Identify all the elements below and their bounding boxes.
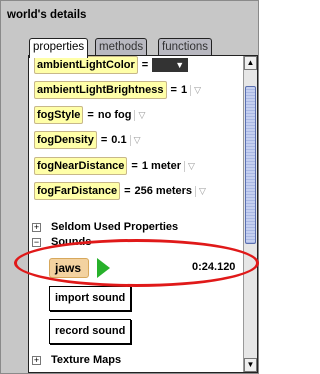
expand-icon[interactable]: + xyxy=(32,355,41,365)
property-value[interactable]: 256 meters xyxy=(135,185,193,197)
dropdown-arrow-icon[interactable]: ▽ xyxy=(190,84,201,96)
expand-icon[interactable]: + xyxy=(32,222,41,232)
tab-properties[interactable]: properties xyxy=(29,38,89,58)
tree-node-seldom-used[interactable]: + Seldom Used Properties xyxy=(32,219,178,235)
play-icon[interactable] xyxy=(97,258,110,278)
scroll-thumb[interactable] xyxy=(245,86,256,244)
properties-content: ambientLightColor = ▼ ambientLightBright… xyxy=(28,55,258,373)
property-value[interactable]: no fog xyxy=(98,109,132,121)
property-tile[interactable]: fogDensity xyxy=(34,131,97,149)
property-value[interactable]: 1 meter xyxy=(142,160,181,172)
record-sound-button[interactable]: record sound xyxy=(49,319,132,344)
dropdown-arrow-icon[interactable]: ▽ xyxy=(184,160,195,172)
dropdown-arrow-icon[interactable]: ▽ xyxy=(129,134,141,146)
property-tile[interactable]: ambientLightColor xyxy=(34,56,138,74)
property-value[interactable]: 1 xyxy=(181,84,187,96)
scroll-down-icon[interactable]: ▼ xyxy=(244,358,257,372)
property-row-ambient-light-brightness: ambientLightBrightness = 1 ▽ xyxy=(34,81,201,99)
scroll-up-icon[interactable]: ▲ xyxy=(244,56,257,70)
property-row-ambient-light-color: ambientLightColor = ▼ xyxy=(34,56,189,74)
property-row-fog-near-distance: fogNearDistance = 1 meter ▽ xyxy=(34,157,195,175)
vertical-scrollbar[interactable]: ▲ ▼ xyxy=(243,56,257,372)
property-row-fog-far-distance: fogFarDistance = 256 meters ▽ xyxy=(34,182,206,200)
property-value[interactable]: 0.1 xyxy=(111,134,126,146)
sound-duration: 0:24.120 xyxy=(192,261,236,273)
collapse-icon[interactable]: − xyxy=(32,237,41,247)
equals-sign: = xyxy=(100,134,108,146)
property-tile[interactable]: fogNearDistance xyxy=(34,157,128,175)
dropdown-arrow-icon[interactable]: ▽ xyxy=(195,185,206,197)
equals-sign: = xyxy=(131,160,138,172)
equals-sign: = xyxy=(170,84,177,96)
color-swatch[interactable]: ▼ xyxy=(152,58,189,72)
property-tile[interactable]: ambientLightBrightness xyxy=(34,81,167,99)
sound-tile[interactable]: jaws xyxy=(49,258,89,278)
property-row-fog-style: fogStyle = no fog ▽ xyxy=(34,106,145,124)
tree-node-sounds[interactable]: − Sounds xyxy=(32,234,91,250)
equals-sign: = xyxy=(124,185,131,197)
property-tile[interactable]: fogFarDistance xyxy=(34,182,121,200)
equals-sign: = xyxy=(87,109,94,121)
tree-node-label: Texture Maps xyxy=(51,354,122,366)
property-tile[interactable]: fogStyle xyxy=(34,106,84,124)
tree-node-texture-maps[interactable]: + Texture Maps xyxy=(32,352,121,368)
equals-sign: = xyxy=(141,59,149,71)
panel-title: world's details xyxy=(7,9,87,21)
import-sound-button[interactable]: import sound xyxy=(49,286,132,311)
tree-node-label: Seldom Used Properties xyxy=(51,221,179,233)
dropdown-arrow-icon[interactable]: ▽ xyxy=(134,109,145,121)
tree-node-label: Sounds xyxy=(51,236,92,248)
property-row-fog-density: fogDensity = 0.1 ▽ xyxy=(34,131,141,149)
